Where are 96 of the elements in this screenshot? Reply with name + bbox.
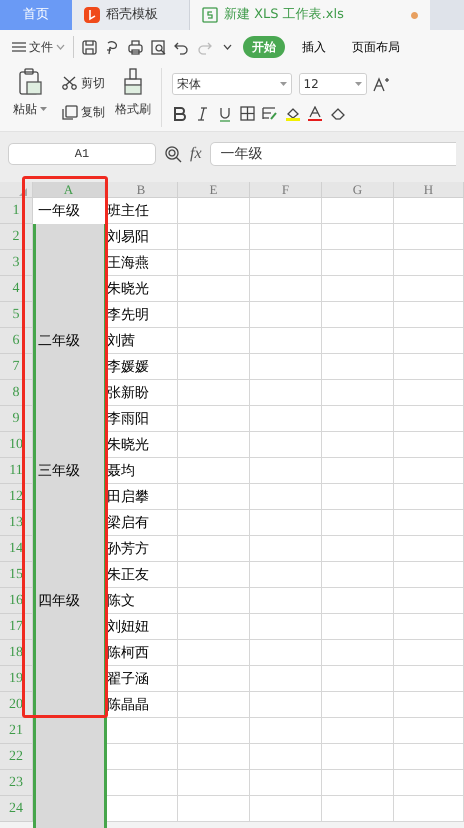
underline-icon[interactable] bbox=[217, 106, 233, 122]
caret-icon bbox=[56, 44, 65, 50]
column-header[interactable]: H bbox=[394, 182, 464, 198]
table-cell-text: 刘易阳 bbox=[106, 228, 150, 246]
row-number[interactable]: 18 bbox=[0, 640, 33, 666]
table-cell-text: 班主任 bbox=[106, 202, 150, 220]
row-number[interactable]: 7 bbox=[0, 354, 33, 380]
table-cell-text: 朱晓光 bbox=[106, 436, 150, 454]
cell-reference: A1 bbox=[74, 146, 90, 163]
table-cell-text: 四年级 bbox=[37, 592, 81, 610]
table-cell-text: 王海燕 bbox=[106, 254, 150, 272]
font-select[interactable]: 宋体 bbox=[172, 73, 292, 96]
row-number[interactable]: 13 bbox=[0, 510, 33, 536]
column-header[interactable]: B bbox=[105, 182, 178, 198]
undo-icon[interactable] bbox=[174, 40, 189, 54]
ribbon-tab[interactable]: 插入 bbox=[293, 36, 335, 58]
caret-icon bbox=[280, 82, 287, 86]
copy-button[interactable]: 复制 bbox=[62, 103, 105, 122]
row-number[interactable]: 4 bbox=[0, 276, 33, 302]
save-icon[interactable] bbox=[82, 40, 97, 54]
font-size-value: 12 bbox=[304, 76, 319, 94]
table-cell-text: 三年级 bbox=[37, 462, 81, 480]
copy-icon bbox=[62, 104, 78, 120]
font-size-select[interactable]: 12 bbox=[298, 73, 366, 96]
cut-button[interactable]: 剪切 bbox=[62, 74, 105, 92]
column-header[interactable]: E bbox=[178, 182, 250, 198]
table-cell-text: 张新盼 bbox=[106, 384, 150, 402]
column-header[interactable]: G bbox=[322, 182, 394, 198]
formula-value: 一年级 bbox=[220, 144, 263, 164]
function-label[interactable]: fx bbox=[190, 142, 202, 166]
table-cell-text: 田启攀 bbox=[106, 488, 150, 506]
row-number[interactable]: 9 bbox=[0, 406, 33, 432]
table-cell-text: 陈柯西 bbox=[106, 644, 150, 662]
ribbon-tab[interactable]: 开始 bbox=[243, 36, 285, 58]
row-number[interactable]: 23 bbox=[0, 770, 33, 796]
table-cell-text: 刘茜 bbox=[106, 332, 136, 350]
file-menu[interactable]: 文件 bbox=[12, 38, 65, 56]
row-number[interactable]: 2 bbox=[0, 224, 33, 250]
row-number[interactable]: 1 bbox=[0, 198, 33, 224]
clipboard-icon bbox=[18, 68, 42, 96]
fill-color-icon[interactable] bbox=[284, 106, 300, 122]
row-number[interactable]: 14 bbox=[0, 536, 33, 562]
ribbon-tab[interactable]: 页面布局 bbox=[343, 36, 409, 58]
name-box[interactable]: A1 bbox=[8, 143, 156, 165]
table-cell-text: 李雨阳 bbox=[106, 410, 150, 428]
row-number[interactable]: 19 bbox=[0, 666, 33, 692]
table-cell-text: 陈文 bbox=[106, 592, 136, 610]
table-cell-text: 聂均 bbox=[106, 462, 136, 480]
borders-icon[interactable] bbox=[240, 106, 256, 122]
paste-button[interactable]: 粘贴 bbox=[8, 68, 52, 127]
font-name: 宋体 bbox=[177, 76, 201, 94]
font-color-icon[interactable] bbox=[307, 106, 323, 122]
row-number[interactable]: 17 bbox=[0, 614, 33, 640]
formula-field[interactable]: 一年级 bbox=[210, 142, 456, 166]
scissors-icon bbox=[62, 76, 78, 90]
spreadsheet-icon bbox=[202, 7, 218, 23]
column-header[interactable]: A bbox=[33, 182, 105, 198]
select-all-button[interactable] bbox=[0, 182, 33, 198]
row-number[interactable]: 6 bbox=[0, 328, 33, 354]
table-cell-text: 朱晓光 bbox=[106, 280, 150, 298]
table-cell-text: 翟子涵 bbox=[106, 670, 150, 688]
row-number[interactable]: 5 bbox=[0, 302, 33, 328]
grow-font-icon[interactable] bbox=[373, 76, 389, 92]
eraser-icon[interactable] bbox=[330, 106, 346, 122]
table-cell-text: 梁启有 bbox=[106, 514, 150, 532]
row-number[interactable]: 24 bbox=[0, 796, 33, 822]
table-cell-text: 陈晶晶 bbox=[106, 696, 150, 714]
row-number[interactable]: 15 bbox=[0, 562, 33, 588]
row-number[interactable]: 16 bbox=[0, 588, 33, 614]
row-number[interactable]: 21 bbox=[0, 718, 33, 744]
row-number[interactable]: 3 bbox=[0, 250, 33, 276]
table-cell-text: 二年级 bbox=[37, 332, 81, 350]
table-cell-text: 李先明 bbox=[106, 306, 150, 324]
row-number[interactable]: 22 bbox=[0, 744, 33, 770]
print-icon[interactable] bbox=[128, 40, 143, 54]
conditional-format-icon[interactable] bbox=[262, 106, 278, 122]
table-cell-text: 孙芳方 bbox=[106, 540, 150, 558]
format-painter-button[interactable]: 格式刷 bbox=[115, 68, 151, 127]
row-number[interactable]: 11 bbox=[0, 458, 33, 484]
menu-icon bbox=[12, 41, 26, 53]
bold-icon[interactable] bbox=[172, 106, 188, 122]
caret-icon bbox=[354, 82, 362, 86]
zoom-icon[interactable] bbox=[164, 145, 182, 163]
window-tab[interactable]: 稻壳模板 bbox=[72, 0, 190, 30]
active-cell[interactable]: 一年级 bbox=[33, 198, 105, 224]
table-cell-text: 朱正友 bbox=[106, 566, 150, 584]
window-tab[interactable]: 新建 XLS 工作表.xls bbox=[190, 0, 430, 30]
row-number[interactable]: 12 bbox=[0, 484, 33, 510]
print-preview-icon[interactable] bbox=[151, 40, 166, 54]
paint-brush-icon bbox=[122, 68, 144, 96]
row-number[interactable]: 8 bbox=[0, 380, 33, 406]
table-cell-text: 李媛媛 bbox=[106, 358, 150, 376]
table-cell-text: 刘妞妞 bbox=[106, 618, 150, 636]
caret-icon bbox=[40, 107, 48, 111]
window-tab[interactable]: 首页 bbox=[0, 0, 72, 30]
column-header[interactable]: F bbox=[250, 182, 322, 198]
